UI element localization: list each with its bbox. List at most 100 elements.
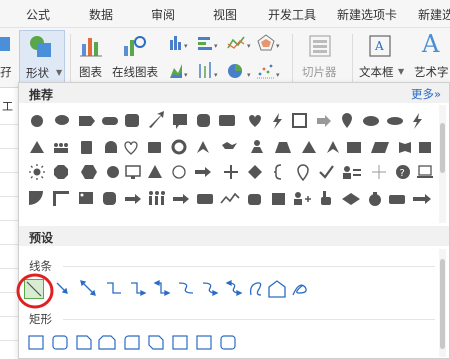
hexagon-icon xyxy=(81,165,97,179)
grid-line xyxy=(0,340,18,341)
textbox-dropdown-icon: ▼ xyxy=(398,67,405,76)
online-chart-button[interactable]: 在线图表 xyxy=(112,32,166,84)
stock-chart-icon[interactable]: ▾ xyxy=(199,62,218,79)
more-shapes-link[interactable]: 更多» xyxy=(411,86,441,102)
rect-subtitle: 矩形 xyxy=(29,312,52,326)
rectangle-icon-2 xyxy=(172,335,188,350)
striped-arrow-icon xyxy=(317,115,331,127)
people-icon xyxy=(54,143,68,153)
partial-icon xyxy=(0,37,10,51)
textbox-button[interactable]: A 文本框 ▼ xyxy=(356,32,406,84)
grid-line xyxy=(0,148,18,149)
circle-outline-icon xyxy=(172,165,186,179)
money-bag-icon xyxy=(369,192,381,206)
recommended-scrollbar-thumb[interactable] xyxy=(440,123,445,173)
cloud-icon xyxy=(363,116,379,126)
pie-chart-icon[interactable]: ▾ xyxy=(228,64,251,79)
tab-data[interactable]: 数据 xyxy=(89,6,113,23)
double-arrow-line-icon xyxy=(80,280,96,296)
circle-icon xyxy=(107,166,119,178)
online-chart-label: 在线图表 xyxy=(112,65,158,79)
chart-button[interactable]: 图表 xyxy=(76,32,108,84)
slicer-icon xyxy=(309,35,331,57)
rounded-rectangle-icon xyxy=(52,335,68,350)
tab-developer[interactable]: 开发工具 xyxy=(268,6,316,23)
screen-people-icon xyxy=(79,192,93,204)
tab-formula[interactable]: 公式 xyxy=(26,6,50,23)
grid-line xyxy=(0,220,18,221)
doc-tab-partial: 工 xyxy=(2,100,13,113)
bar-chart-horizontal-icon[interactable]: ▾ xyxy=(198,37,218,50)
grid-line xyxy=(0,316,18,317)
shape-button[interactable]: 形状 ▼ xyxy=(19,30,65,84)
donut-icon xyxy=(171,139,187,155)
grid-line xyxy=(0,196,18,197)
tab-new-1[interactable]: 新建选项卡 xyxy=(337,6,397,23)
triangle-icon-2 xyxy=(302,141,316,153)
laptop-icon xyxy=(417,165,433,178)
rounded-rect-icon xyxy=(125,114,139,127)
calculator-icon xyxy=(81,141,92,154)
slicer-button[interactable]: 切片器 xyxy=(298,32,344,84)
rounded-bar-icon xyxy=(102,117,118,125)
right-arrow-icon xyxy=(195,167,211,177)
svg-text:▾: ▾ xyxy=(214,71,218,79)
scatter-chart-icon[interactable]: ▾ xyxy=(257,64,280,79)
chart-type-gallery[interactable]: ▾ ▾ ▾ ▾ ▾ ▾ ▾ ▾ xyxy=(168,32,286,84)
flat-rect-icon xyxy=(389,195,405,204)
group-people-icon xyxy=(149,191,165,205)
column-chart-icon[interactable]: ▾ xyxy=(170,36,188,50)
recommended-section-header: 推荐 更多» xyxy=(19,83,449,103)
svg-text:▾: ▾ xyxy=(276,42,280,50)
recommended-shapes-grid[interactable]: ? xyxy=(27,109,437,221)
svg-text:▾: ▾ xyxy=(184,71,188,79)
chart-button-label: 图表 xyxy=(79,65,102,79)
round-snip-rect-icon xyxy=(124,335,140,350)
recommended-title: 推荐 xyxy=(29,88,54,102)
radar-chart-icon[interactable]: ▾ xyxy=(257,34,280,51)
curved-double-arrow-connector-icon xyxy=(225,279,243,297)
zigzag-line-icon xyxy=(220,192,240,204)
preset-scrollbar-thumb[interactable] xyxy=(440,259,445,349)
partial-button[interactable]: 孖 xyxy=(0,32,16,84)
corner-frame-icon xyxy=(53,191,69,206)
snip-corner-rect-icon xyxy=(76,335,92,350)
curved-arrow-connector-icon xyxy=(202,282,219,297)
parallelogram-icon xyxy=(371,142,389,153)
svg-text:▾: ▾ xyxy=(276,71,280,79)
snip-diagonal-rect-icon xyxy=(148,335,164,350)
shape-gallery-panel: 推荐 更多» ? 预设 线条 矩形 xyxy=(16,82,450,359)
wide-rect-icon xyxy=(197,194,213,204)
bar-chart-icon xyxy=(80,38,102,57)
wordart-button[interactable]: A 艺术字 xyxy=(410,30,450,84)
menu-bar: 公式 数据 审阅 视图 开发工具 新建选项卡 新建选 xyxy=(0,0,450,28)
line-shapes-row[interactable] xyxy=(55,279,315,301)
area-chart-icon[interactable]: ▾ xyxy=(170,64,188,79)
tab-review[interactable]: 审阅 xyxy=(151,6,175,23)
elbow-double-arrow-connector-icon xyxy=(153,279,171,297)
speech-rect-icon xyxy=(173,114,187,125)
heart-icon xyxy=(249,115,261,127)
svg-text:?: ? xyxy=(400,168,405,179)
chevron-up-icon-2 xyxy=(327,141,339,153)
trapezoid-icon xyxy=(275,142,291,153)
right-arrow-icon-3 xyxy=(173,194,189,204)
tab-view[interactable]: 视图 xyxy=(213,6,237,23)
wordart-icon: A xyxy=(422,30,440,58)
svg-text:▾: ▾ xyxy=(214,42,218,50)
line-chart-icon[interactable]: ▾ xyxy=(227,36,251,50)
arrow-line-icon xyxy=(56,282,68,294)
spreadsheet-area: 工 xyxy=(0,88,18,359)
tab-new-2[interactable]: 新建选 xyxy=(418,6,450,23)
grid-line xyxy=(0,268,18,269)
callout-oval-icon xyxy=(55,115,69,125)
scribble-icon xyxy=(292,284,307,296)
rectangle-shapes-row[interactable] xyxy=(27,334,267,354)
diamond-wide-icon xyxy=(342,193,360,205)
pin-icon xyxy=(342,113,352,128)
heart-outline-icon xyxy=(124,141,138,155)
preset-section-header: 预设 xyxy=(19,226,449,246)
small-rounded-icon xyxy=(248,194,261,205)
plus-icon xyxy=(224,165,238,179)
square-icon xyxy=(148,142,161,153)
